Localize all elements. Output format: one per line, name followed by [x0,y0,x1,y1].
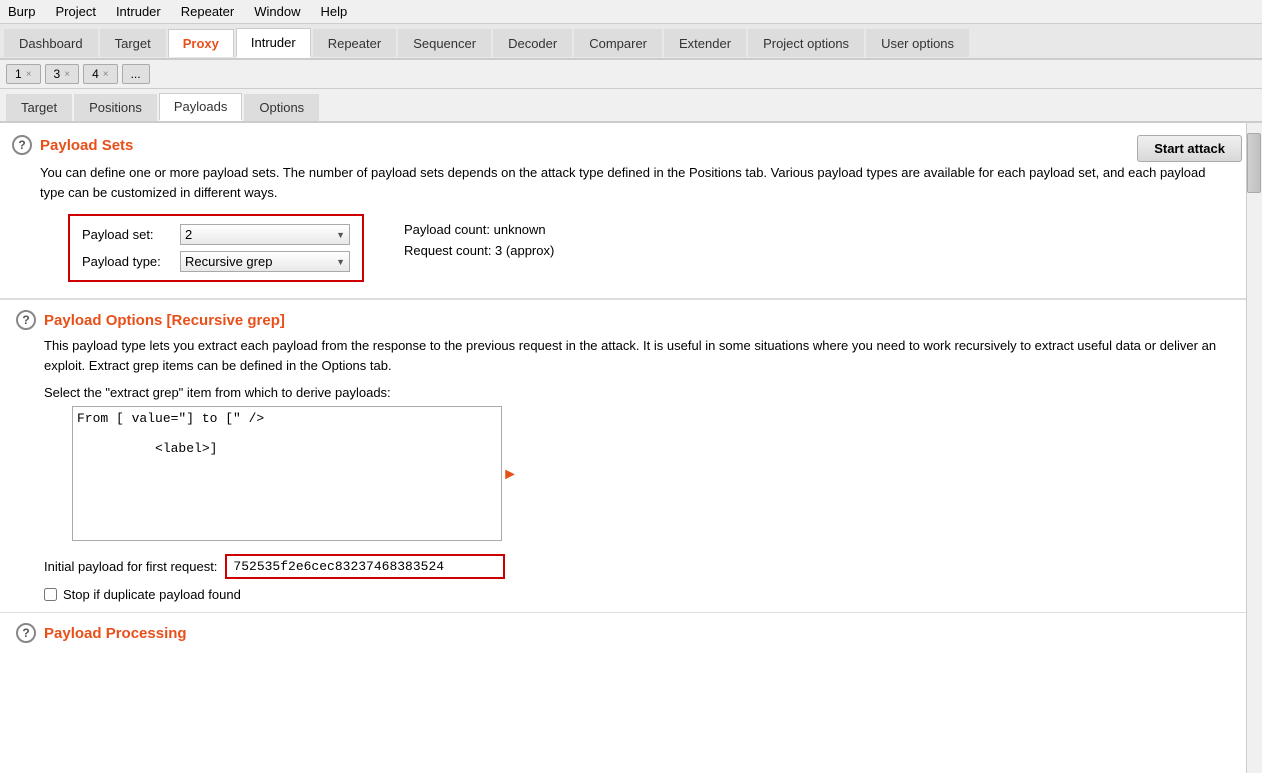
payload-processing-section: ? Payload Processing [0,613,1246,661]
subtab-3[interactable]: 3 × [45,64,80,84]
tab-intruder[interactable]: Intruder [236,28,311,58]
subtab-3-label: 3 [54,67,61,81]
tab-dashboard[interactable]: Dashboard [4,29,98,57]
payload-options-icon: ? [16,310,36,330]
payload-info: Payload count: unknown Request count: 3 … [404,222,554,264]
payload-options-section: ? Payload Options [Recursive grep] This … [0,300,1246,612]
tab-sequencer[interactable]: Sequencer [398,29,491,57]
tab-proxy[interactable]: Proxy [168,29,234,57]
subtab-1[interactable]: 1 × [6,64,41,84]
subtab-1-close[interactable]: × [26,69,32,80]
scrollbar-thumb[interactable] [1247,133,1261,193]
payload-sets-icon: ? [12,135,32,155]
menu-bar: Burp Project Intruder Repeater Window He… [0,0,1262,24]
subtab-4[interactable]: 4 × [83,64,118,84]
tab-target[interactable]: Target [100,29,166,57]
tab-extender[interactable]: Extender [664,29,746,57]
stop-duplicate-label: Stop if duplicate payload found [63,587,241,602]
section-tab-payloads[interactable]: Payloads [159,93,242,121]
stop-duplicate-row: Stop if duplicate payload found [44,587,1230,602]
payload-type-row: Payload type: Recursive grep Simple list… [82,251,350,272]
subtab-4-close[interactable]: × [103,69,109,80]
subtab-4-label: 4 [92,67,99,81]
tab-repeater[interactable]: Repeater [313,29,396,57]
payload-type-select[interactable]: Recursive grep Simple list Runtime file … [180,251,350,272]
scrollable-content: ? Payload Sets You can define one or mor… [0,123,1262,661]
menu-burp[interactable]: Burp [4,2,39,21]
payload-processing-header: ? Payload Processing [16,623,1230,643]
subtab-3-close[interactable]: × [64,69,70,80]
grep-textarea[interactable]: From [ value="] to [" /> <label>] [72,406,502,541]
menu-repeater[interactable]: Repeater [177,2,238,21]
section-tab-bar: Target Positions Payloads Options [0,89,1262,123]
tab-decoder[interactable]: Decoder [493,29,572,57]
payload-count-text: Payload count: unknown [404,222,554,237]
subtab-1-label: 1 [15,67,22,81]
subtab-bar: 1 × 3 × 4 × ... [0,60,1262,89]
initial-payload-input[interactable] [225,554,505,579]
subtab-more-label: ... [131,67,141,81]
initial-payload-row: Initial payload for first request: [44,554,1230,579]
tab-project-options[interactable]: Project options [748,29,864,57]
payload-set-label: Payload set: [82,227,172,242]
scrollbar-track [1246,123,1262,773]
payload-set-select-wrapper: 2 1 [180,224,350,245]
tab-comparer[interactable]: Comparer [574,29,662,57]
payload-options-description: This payload type lets you extract each … [44,336,1230,375]
payload-options-title: Payload Options [Recursive grep] [44,312,285,329]
subtab-more[interactable]: ... [122,64,150,84]
payload-processing-title: Payload Processing [44,625,187,642]
section-tab-positions[interactable]: Positions [74,94,157,121]
payload-options-header: ? Payload Options [Recursive grep] [16,310,1230,330]
menu-project[interactable]: Project [51,2,99,21]
menu-help[interactable]: Help [316,2,351,21]
menu-window[interactable]: Window [250,2,304,21]
payload-form-group: Payload set: 2 1 Payload type: Rec [68,214,364,282]
select-grep-label: Select the "extract grep" item from whic… [44,385,1230,400]
payload-set-select[interactable]: 2 1 [180,224,350,245]
grep-arrow-icon[interactable]: ► [502,466,518,484]
initial-payload-label: Initial payload for first request: [44,559,217,574]
payload-processing-icon: ? [16,623,36,643]
request-count-text: Request count: 3 (approx) [404,243,554,258]
payload-set-row: Payload set: 2 1 [82,224,350,245]
section-tab-options[interactable]: Options [244,94,319,121]
payload-sets-description: You can define one or more payload sets.… [40,163,1230,202]
main-content: Start attack ? Payload Sets You can defi… [0,123,1262,773]
menu-intruder[interactable]: Intruder [112,2,165,21]
top-tab-bar: Dashboard Target Proxy Intruder Repeater… [0,24,1262,60]
payload-sets-header: ? Payload Sets [12,135,1230,155]
grep-area-container: From [ value="] to [" /> <label>] ► [44,406,502,544]
payload-type-select-wrapper: Recursive grep Simple list Runtime file … [180,251,350,272]
stop-duplicate-checkbox[interactable] [44,588,57,601]
section-tab-target[interactable]: Target [6,94,72,121]
tab-user-options[interactable]: User options [866,29,969,57]
payload-sets-title: Payload Sets [40,137,133,154]
payload-type-label: Payload type: [82,254,172,269]
payload-sets-section: ? Payload Sets You can define one or mor… [0,123,1246,299]
